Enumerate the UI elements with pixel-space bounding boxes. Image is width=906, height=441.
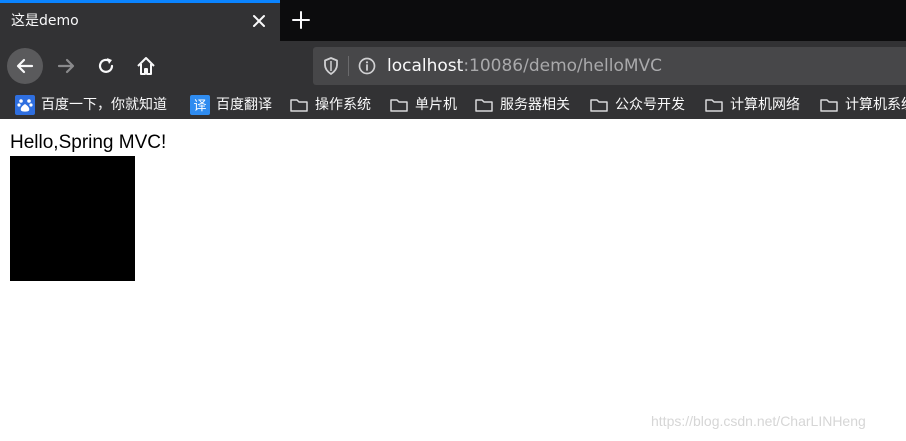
folder-icon [390, 99, 408, 112]
reload-icon [98, 58, 114, 73]
folder-icon [475, 99, 493, 112]
black-image-block [10, 156, 135, 281]
bookmark-label: 计算机系统 [845, 97, 906, 113]
bookmark-baidu[interactable]: 百度一下，你就知道 [15, 94, 167, 116]
url-path: :10086/demo/helloMVC [463, 56, 663, 76]
bookmark-folder-network[interactable]: 计算机网络 [704, 94, 800, 116]
translate-icon: 译 [190, 95, 210, 115]
bookmark-label: 公众号开发 [615, 97, 685, 113]
page-content: Hello,Spring MVC! https://blog.csdn.net/… [0, 119, 906, 441]
bookmark-folder-server[interactable]: 服务器相关 [474, 94, 570, 116]
folder-icon [590, 99, 608, 112]
back-arrow-icon [16, 58, 34, 74]
bookmark-label: 百度翻译 [216, 97, 272, 113]
close-tab-icon[interactable] [250, 12, 268, 30]
bookmark-label: 服务器相关 [500, 97, 570, 113]
bookmark-folder-systems[interactable]: 计算机系统 [819, 94, 906, 116]
tab-strip: 这是demo [0, 0, 906, 41]
site-info-icon[interactable] [357, 56, 377, 76]
folder-icon [705, 99, 723, 112]
svg-text:译: 译 [193, 99, 206, 114]
tracking-shield-icon[interactable] [321, 56, 341, 76]
forward-button[interactable] [49, 49, 83, 83]
baidu-icon [15, 95, 35, 115]
forward-arrow-icon [57, 58, 75, 74]
url-host: localhost [387, 56, 464, 76]
folder-icon [290, 99, 308, 112]
navigation-toolbar: localhost:10086/demo/helloMVC [0, 41, 906, 91]
address-bar[interactable]: localhost:10086/demo/helloMVC [313, 47, 906, 85]
new-tab-icon[interactable] [290, 9, 312, 31]
tab-title: 这是demo [11, 13, 79, 29]
bookmark-folder-mcu[interactable]: 单片机 [389, 94, 457, 116]
page-heading: Hello,Spring MVC! [10, 132, 167, 153]
bookmarks-toolbar: 百度一下，你就知道 译 百度翻译 操作系统 单片机 服务器相关 公众号开发 计算… [0, 91, 906, 119]
back-button[interactable] [7, 48, 43, 84]
bookmark-baidu-translate[interactable]: 译 百度翻译 [190, 94, 272, 116]
bookmark-label: 百度一下，你就知道 [41, 97, 167, 113]
home-button[interactable] [129, 49, 163, 83]
bookmark-label: 单片机 [415, 97, 457, 113]
bookmark-label: 操作系统 [315, 97, 371, 113]
url-text[interactable]: localhost:10086/demo/helloMVC [387, 55, 662, 77]
active-tab[interactable]: 这是demo [0, 0, 280, 41]
home-icon [137, 57, 155, 75]
watermark: https://blog.csdn.net/CharLINHeng [651, 413, 866, 429]
reload-button[interactable] [89, 49, 123, 83]
bookmark-folder-wechat-dev[interactable]: 公众号开发 [589, 94, 685, 116]
bookmark-folder-os[interactable]: 操作系统 [289, 94, 371, 116]
folder-icon [820, 99, 838, 112]
bookmark-label: 计算机网络 [730, 97, 800, 113]
address-bar-separator [348, 56, 349, 76]
